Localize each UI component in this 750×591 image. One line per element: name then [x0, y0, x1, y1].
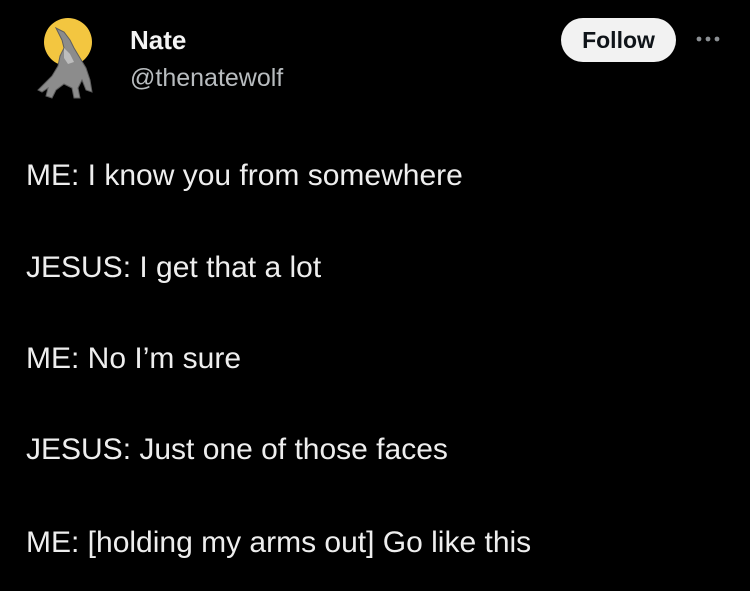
more-options-button[interactable]	[692, 26, 724, 52]
howling-wolf-moon-icon	[37, 18, 93, 99]
tweet-text-line: ME: I know you from somewhere	[26, 159, 463, 192]
more-options-icon	[696, 36, 720, 42]
follow-button[interactable]: Follow	[561, 18, 676, 62]
tweet-text-line: ME: [holding my arms out] Go like this	[26, 526, 532, 559]
tweet-text-line: JESUS: I get that a lot	[26, 251, 322, 284]
author-display-name[interactable]: Nate	[130, 24, 186, 56]
tweet-text-line: JESUS: Just one of those faces	[26, 433, 448, 466]
avatar[interactable]	[34, 18, 100, 102]
tweet-text-line: ME: No I’m sure	[26, 342, 242, 375]
author-handle[interactable]: @thenatewolf	[130, 63, 283, 93]
